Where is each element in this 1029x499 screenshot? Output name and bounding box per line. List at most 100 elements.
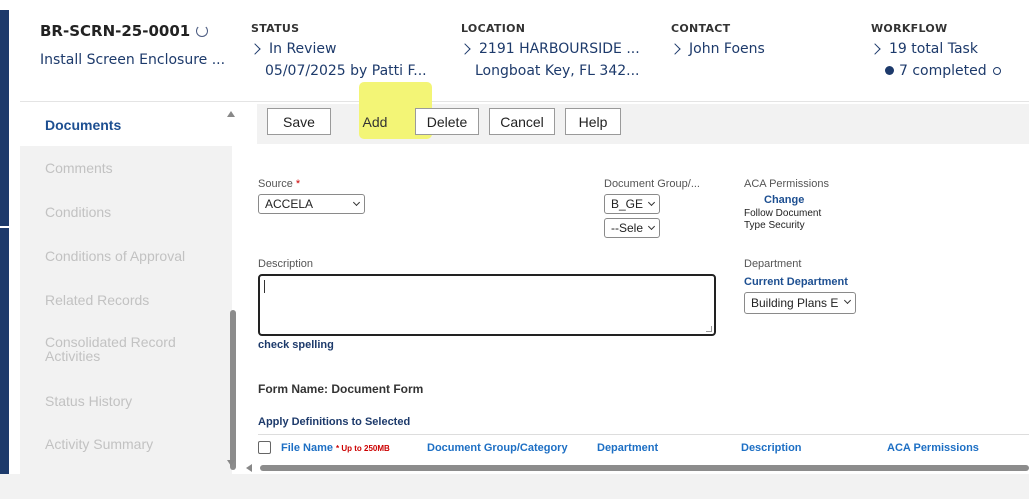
department-select-value: Building Plans E [751,296,839,310]
current-department-link[interactable]: Current Department [744,276,848,288]
horizontal-scrollbar[interactable] [240,462,1029,474]
record-name[interactable]: Install Screen Enclosure ... [40,52,225,68]
documents-grid-header: File Name * Up to 250MB Document Group/C… [258,434,1029,458]
chevron-down-icon [843,296,852,305]
cancel-button[interactable]: Cancel [489,108,555,135]
workflow-value[interactable]: 19 total Task [869,41,1001,57]
source-select[interactable]: ACCELA [258,194,365,214]
scroll-left-icon[interactable] [246,464,252,472]
column-description[interactable]: Description [741,442,802,454]
sidebar-nav: Documents Comments Conditions Conditions… [20,104,232,474]
chevron-right-icon [249,43,261,55]
resize-handle-icon[interactable] [706,326,712,332]
apply-definitions-link[interactable]: Apply Definitions to Selected [258,416,410,428]
save-button[interactable]: Save [267,108,331,135]
chevron-right-icon [869,43,881,55]
record-id-text: BR-SCRN-25-0001 [40,22,191,40]
left-accent-bar [0,10,9,226]
status-label: STATUS [251,22,300,35]
department-label: Department [744,258,802,270]
app-window: BR-SCRN-25-0001 Install Screen Enclosure… [0,0,1029,499]
location-value[interactable]: 2191 HARBOURSIDE ... [459,41,640,57]
sidebar-item-label: Documents [45,117,122,133]
location-column: LOCATION 2191 HARBOURSIDE ... Longboat K… [459,22,640,79]
sidebar-item-label-line2: Activities [45,348,101,364]
source-select-value: ACCELA [265,197,314,211]
check-spelling-link[interactable]: check spelling [258,339,334,351]
aca-type-security-text: Type Security [744,220,805,231]
select-all-checkbox[interactable] [258,441,271,454]
sidebar-item-status-history[interactable]: Status History [20,380,232,422]
workflow-label: WORKFLOW [871,22,948,35]
aca-change-link[interactable]: Change [764,194,804,206]
sidebar-item-documents[interactable]: Documents [20,104,232,146]
status-column: STATUS In Review 05/07/2025 by Patti F..… [249,22,427,79]
description-label: Description [258,258,314,270]
contact-column: CONTACT John Foens [669,22,765,57]
left-accent-bar-lower [0,228,9,474]
sidebar-item-conditions-of-approval[interactable]: Conditions of Approval [20,235,232,277]
sidebar-item-label: Consolidated Record Activities [45,335,176,363]
sidebar-item-label-line1: Consolidated Record [45,334,176,350]
sidebar-item-activity-summary[interactable]: Activity Summary [20,423,232,465]
workflow-detail: 7 completed [871,63,1001,79]
sidebar-item-consolidated-record-activities[interactable]: Consolidated Record Activities [20,328,232,370]
location-label: LOCATION [461,22,526,35]
chevron-down-icon [647,198,656,207]
contact-value[interactable]: John Foens [669,41,765,57]
sidebar-item-conditions[interactable]: Conditions [20,191,232,233]
document-group-label: Document Group/... [604,178,700,190]
document-group-value: B_GE [611,197,644,211]
form-name: Form Name: Document Form [258,382,424,396]
sidebar-item-comments[interactable]: Comments [20,147,232,189]
chevron-down-icon [352,198,361,207]
location-text: 2191 HARBOURSIDE ... [479,41,640,57]
sidebar-item-label: Comments [45,160,113,176]
status-value[interactable]: In Review [249,41,427,57]
sidebar-scroll-thumb[interactable] [230,310,236,470]
contact-text: John Foens [689,41,765,57]
column-department[interactable]: Department [597,442,658,454]
location-detail: Longboat Key, FL 342... [475,63,640,79]
department-select[interactable]: Building Plans E [744,292,856,314]
chevron-right-icon [669,43,681,55]
column-file-name[interactable]: File Name * Up to 250MB [281,442,390,454]
sidebar-item-related-records[interactable]: Related Records [20,279,232,321]
text-cursor [264,280,265,293]
column-document-group[interactable]: Document Group/Category [427,442,568,454]
source-label: Source * [258,178,300,190]
contact-label: CONTACT [671,22,731,35]
aca-permissions-label: ACA Permissions [744,178,829,190]
workflow-text: 19 total Task [889,41,978,57]
document-group-select[interactable]: B_GE [604,194,660,214]
chevron-down-icon [647,222,656,231]
sidebar-item-label: Activity Summary [45,436,154,452]
help-button[interactable]: Help [565,108,621,135]
bottom-strip [0,474,1029,499]
aca-follow-text: Follow Document [744,208,822,219]
sidebar-item-label: Conditions of Approval [45,248,186,264]
documents-panel: Save Add Delete Cancel Help Source * ACC… [240,82,1029,474]
column-aca-permissions[interactable]: ACA Permissions [887,442,979,454]
status-text: In Review [269,41,337,57]
description-textarea[interactable] [258,274,716,336]
pending-ring-icon [992,67,1001,75]
required-mark: * [295,178,301,190]
sidebar-scrollbar[interactable] [222,104,236,474]
left-accent-gap [9,284,11,370]
column-file-name-text: File Name [281,442,333,454]
status-detail: 05/07/2025 by Patti F... [265,63,427,79]
horizontal-scroll-thumb[interactable] [260,465,1029,471]
workflow-column: WORKFLOW 19 total Task 7 completed [869,22,1001,79]
delete-button[interactable]: Delete [415,108,479,135]
refresh-icon[interactable] [196,25,209,37]
completed-dot-icon [885,66,894,75]
scroll-up-icon[interactable] [227,111,235,117]
document-category-value: --Sele [611,221,644,235]
scroll-down-icon[interactable] [227,460,235,466]
document-category-select[interactable]: --Sele [604,218,660,238]
file-size-note: * Up to 250MB [336,444,390,453]
sidebar-item-label: Related Records [45,292,150,308]
add-button[interactable]: Add [341,108,409,135]
source-label-text: Source [258,178,293,190]
